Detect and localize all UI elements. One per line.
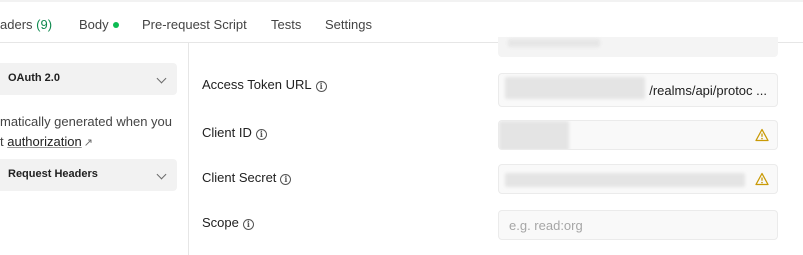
auth-help-text: matically generated when you t authoriza… (0, 114, 172, 149)
client-secret-label: Client Secret i (202, 170, 292, 185)
info-icon: i (255, 129, 267, 140)
redacted-client-id (499, 121, 569, 149)
warning-icon[interactable] (755, 128, 769, 142)
info-icon: i (242, 219, 254, 230)
redacted-url-prefix (505, 77, 645, 99)
request-headers-label: Request Headers (8, 168, 98, 180)
headers-count: (9) (36, 17, 53, 32)
scope-label: Scope i (202, 215, 254, 230)
info-icon: i (280, 174, 292, 185)
grant-type-select[interactable] (498, 37, 778, 57)
request-headers-dropdown[interactable]: Request Headers (0, 159, 177, 191)
tab-pre-request-script[interactable]: Pre-request Script (142, 17, 247, 32)
info-icon: i (315, 81, 327, 92)
tab-headers[interactable]: aders (9) (0, 17, 52, 32)
tab-body[interactable]: Body (79, 17, 119, 32)
scope-input[interactable]: e.g. read:org (498, 210, 778, 240)
client-id-input[interactable] (498, 120, 778, 150)
client-id-label: Client ID i (202, 125, 267, 140)
redacted-client-secret (505, 173, 745, 187)
access-token-url-input[interactable]: /realms/api/protoc ... (498, 73, 778, 107)
authorization-link[interactable]: authorization (7, 134, 81, 149)
oauth-config-panel: Access Token URL i /realms/api/protoc ...… (190, 37, 803, 255)
client-secret-input[interactable] (498, 164, 778, 194)
chevron-down-icon (156, 73, 167, 84)
auth-type-label: OAuth 2.0 (8, 72, 60, 84)
body-indicator-dot (112, 22, 119, 28)
tab-settings[interactable]: Settings (325, 17, 372, 32)
warning-icon[interactable] (755, 172, 769, 186)
access-token-url-label: Access Token URL i (202, 77, 327, 92)
chevron-down-icon (156, 169, 167, 180)
top-divider (0, 0, 803, 2)
tab-tests[interactable]: Tests (271, 17, 301, 32)
external-link-icon: ↗ (83, 137, 93, 149)
scope-placeholder: e.g. read:org (509, 218, 583, 233)
auth-sidebar: OAuth 2.0 matically generated when you t… (0, 43, 189, 255)
redacted-grant-type (508, 39, 600, 47)
auth-type-dropdown[interactable]: OAuth 2.0 (0, 63, 177, 95)
